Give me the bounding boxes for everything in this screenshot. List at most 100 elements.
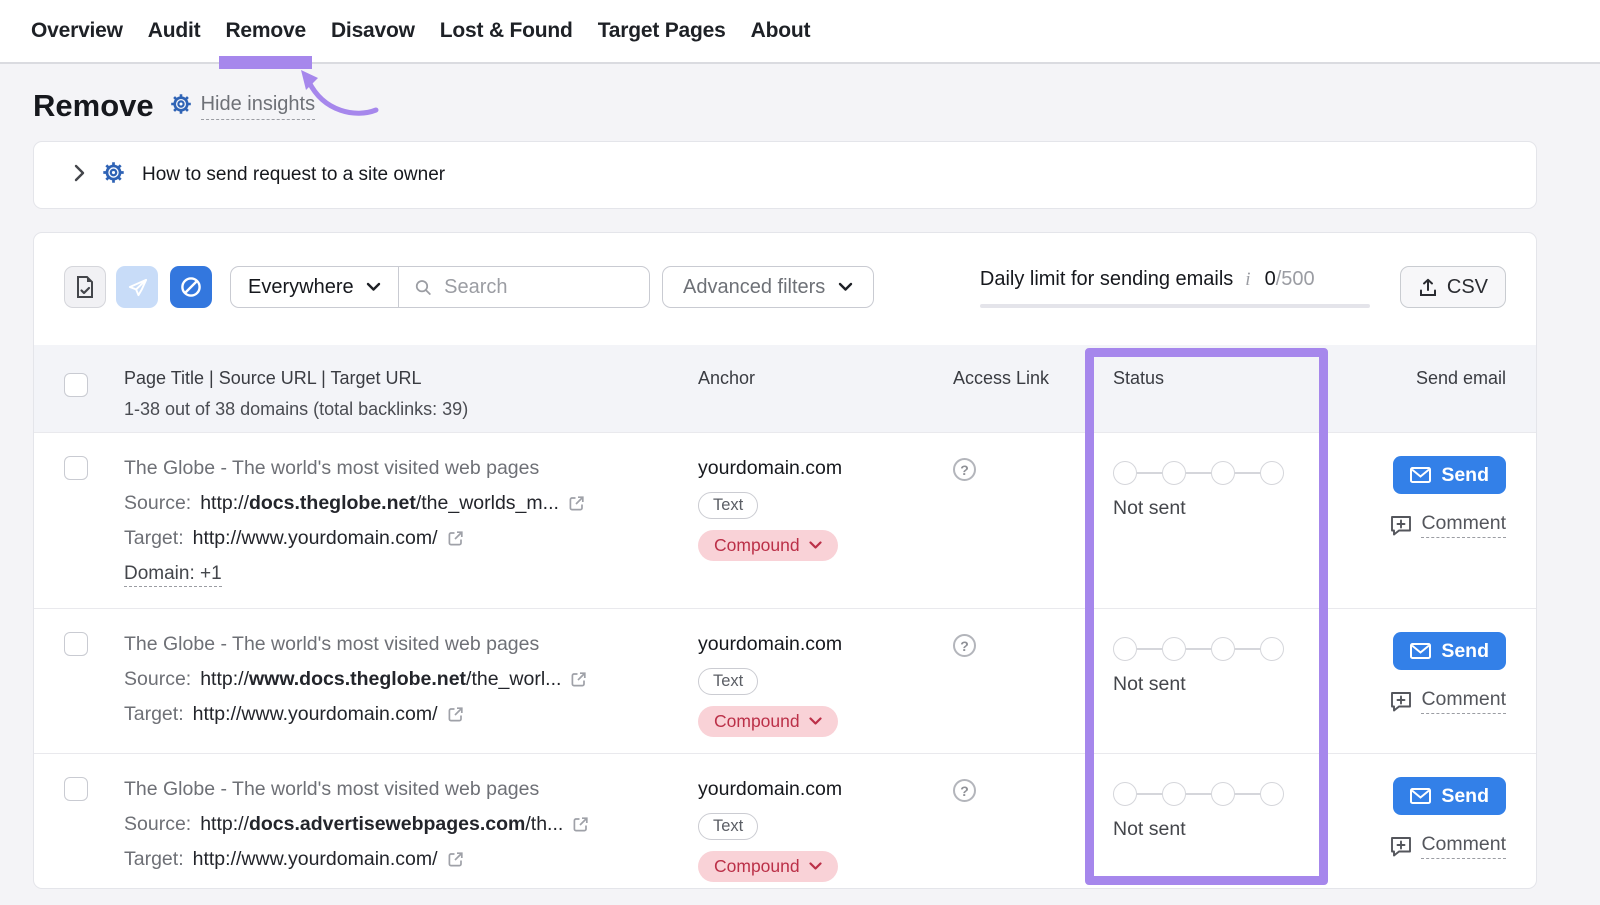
target-url[interactable]: http://www.yourdomain.com/ [193, 521, 438, 556]
block-bulk-button[interactable] [170, 266, 212, 308]
chevron-right-icon [74, 164, 85, 187]
external-link-icon[interactable] [447, 530, 464, 547]
backlinks-table-card: Everywhere Advanced filters Daily limit … [33, 232, 1537, 889]
target-url[interactable]: http://www.yourdomain.com/ [193, 842, 438, 877]
howto-label: How to send request to a site owner [142, 164, 445, 186]
access-link-cell: ? [953, 627, 1113, 737]
column-header-access-link: Access Link [953, 368, 1113, 432]
advanced-filters-label: Advanced filters [683, 276, 825, 299]
anchor-type-badge: Text [698, 668, 758, 695]
nav-tab[interactable]: Disavow [331, 0, 415, 62]
envelope-icon [1410, 788, 1431, 804]
send-bulk-button[interactable] [116, 266, 158, 308]
table-row: The Globe - The world's most visited web… [34, 753, 1536, 889]
nav-tab[interactable]: Lost & Found [440, 0, 573, 62]
select-all-checkbox[interactable] [64, 373, 88, 397]
daily-limit-used: 0 [1265, 268, 1276, 291]
daily-limit-label: Daily limit for sending emails [980, 268, 1233, 291]
send-email-cell: Send Comment [1331, 451, 1506, 592]
source-url-line: Source: http://docs.advertisewebpages.co… [124, 807, 698, 842]
gear-icon [101, 160, 126, 190]
chevron-down-icon [809, 541, 822, 550]
target-url[interactable]: http://www.yourdomain.com/ [193, 697, 438, 732]
source-url[interactable]: http://docs.theglobe.net/the_worlds_m... [200, 486, 559, 521]
comment-link[interactable]: Comment [1390, 688, 1506, 714]
external-link-icon[interactable] [447, 851, 464, 868]
nav-tab[interactable]: About [751, 0, 811, 62]
page-cell: The Globe - The world's most visited web… [124, 772, 698, 882]
domain-more-link[interactable]: Domain: +1 [124, 563, 222, 587]
hide-insights-toggle[interactable]: Hide insights [169, 92, 316, 121]
nav-tab[interactable]: Audit [148, 0, 201, 62]
envelope-icon [1410, 643, 1431, 659]
anchor-cell: yourdomain.com Text Compound [698, 627, 953, 737]
column-header-main: Page Title | Source URL | Target URL [124, 368, 698, 389]
send-email-cell: Send Comment [1331, 772, 1506, 882]
anchor-compound-badge[interactable]: Compound [698, 851, 838, 882]
advanced-filters-button[interactable]: Advanced filters [662, 266, 874, 308]
hide-insights-label: Hide insights [201, 93, 316, 120]
access-link-cell: ? [953, 772, 1113, 882]
upload-icon [1418, 277, 1438, 298]
external-link-icon[interactable] [568, 495, 585, 512]
anchor-text: yourdomain.com [698, 772, 842, 807]
source-url-line: Source: http://www.docs.theglobe.net/the… [124, 662, 698, 697]
page-title: Remove [33, 88, 154, 124]
question-icon[interactable]: ? [953, 458, 976, 481]
anchor-text: yourdomain.com [698, 451, 842, 486]
nav-tab[interactable]: Target Pages [598, 0, 726, 62]
row-checkbox[interactable] [64, 632, 88, 656]
status-stepper [1113, 782, 1331, 806]
anchor-compound-badge[interactable]: Compound [698, 706, 838, 737]
status-text: Not sent [1113, 818, 1331, 841]
column-header-send-email: Send email [1331, 368, 1506, 432]
external-link-icon[interactable] [572, 816, 589, 833]
row-checkbox[interactable] [64, 777, 88, 801]
status-stepper [1113, 461, 1331, 485]
source-url[interactable]: http://www.docs.theglobe.net/the_worl... [200, 662, 561, 697]
daily-limit: Daily limit for sending emails i 0/500 [980, 266, 1370, 308]
status-text: Not sent [1113, 673, 1331, 696]
anchor-cell: yourdomain.com Text Compound [698, 772, 953, 882]
question-icon[interactable]: ? [953, 634, 976, 657]
status-cell: Not sent [1113, 451, 1331, 592]
table-row: The Globe - The world's most visited web… [34, 432, 1536, 608]
target-url-line: Target: http://www.yourdomain.com/ [124, 842, 698, 877]
comment-link[interactable]: Comment [1390, 512, 1506, 538]
export-report-button[interactable] [64, 266, 106, 308]
search-input[interactable] [442, 275, 633, 300]
comment-link[interactable]: Comment [1390, 833, 1506, 859]
row-checkbox[interactable] [64, 456, 88, 480]
external-link-icon[interactable] [570, 671, 587, 688]
export-csv-button[interactable]: CSV [1400, 266, 1506, 308]
question-icon[interactable]: ? [953, 779, 976, 802]
howto-panel[interactable]: How to send request to a site owner [33, 141, 1537, 209]
paper-plane-icon [126, 276, 149, 299]
nav-tab[interactable]: Remove [225, 0, 306, 62]
search-field [399, 275, 649, 300]
access-link-cell: ? [953, 451, 1113, 592]
source-url[interactable]: http://docs.advertisewebpages.com/th... [200, 807, 563, 842]
external-link-icon[interactable] [447, 706, 464, 723]
table-body: The Globe - The world's most visited web… [34, 432, 1536, 889]
status-text: Not sent [1113, 497, 1331, 520]
page-title-text: The Globe - The world's most visited web… [124, 627, 698, 662]
send-button[interactable]: Send [1393, 456, 1506, 494]
anchor-type-badge: Text [698, 492, 758, 519]
scope-value: Everywhere [248, 276, 354, 299]
table-row: The Globe - The world's most visited web… [34, 608, 1536, 753]
table-summary: 1-38 out of 38 domains (total backlinks:… [124, 399, 698, 420]
target-url-line: Target: http://www.yourdomain.com/ [124, 697, 698, 732]
source-url-line: Source: http://docs.theglobe.net/the_wor… [124, 486, 698, 521]
anchor-compound-badge[interactable]: Compound [698, 530, 838, 561]
send-button[interactable]: Send [1393, 632, 1506, 670]
nav-tab[interactable]: Overview [31, 0, 123, 62]
send-button[interactable]: Send [1393, 777, 1506, 815]
chevron-down-icon [809, 717, 822, 726]
search-icon [415, 278, 432, 297]
csv-label: CSV [1447, 276, 1488, 299]
anchor-text: yourdomain.com [698, 627, 842, 662]
scope-dropdown[interactable]: Everywhere [231, 267, 399, 307]
chevron-down-icon [838, 282, 853, 292]
info-icon[interactable]: i [1245, 269, 1250, 291]
